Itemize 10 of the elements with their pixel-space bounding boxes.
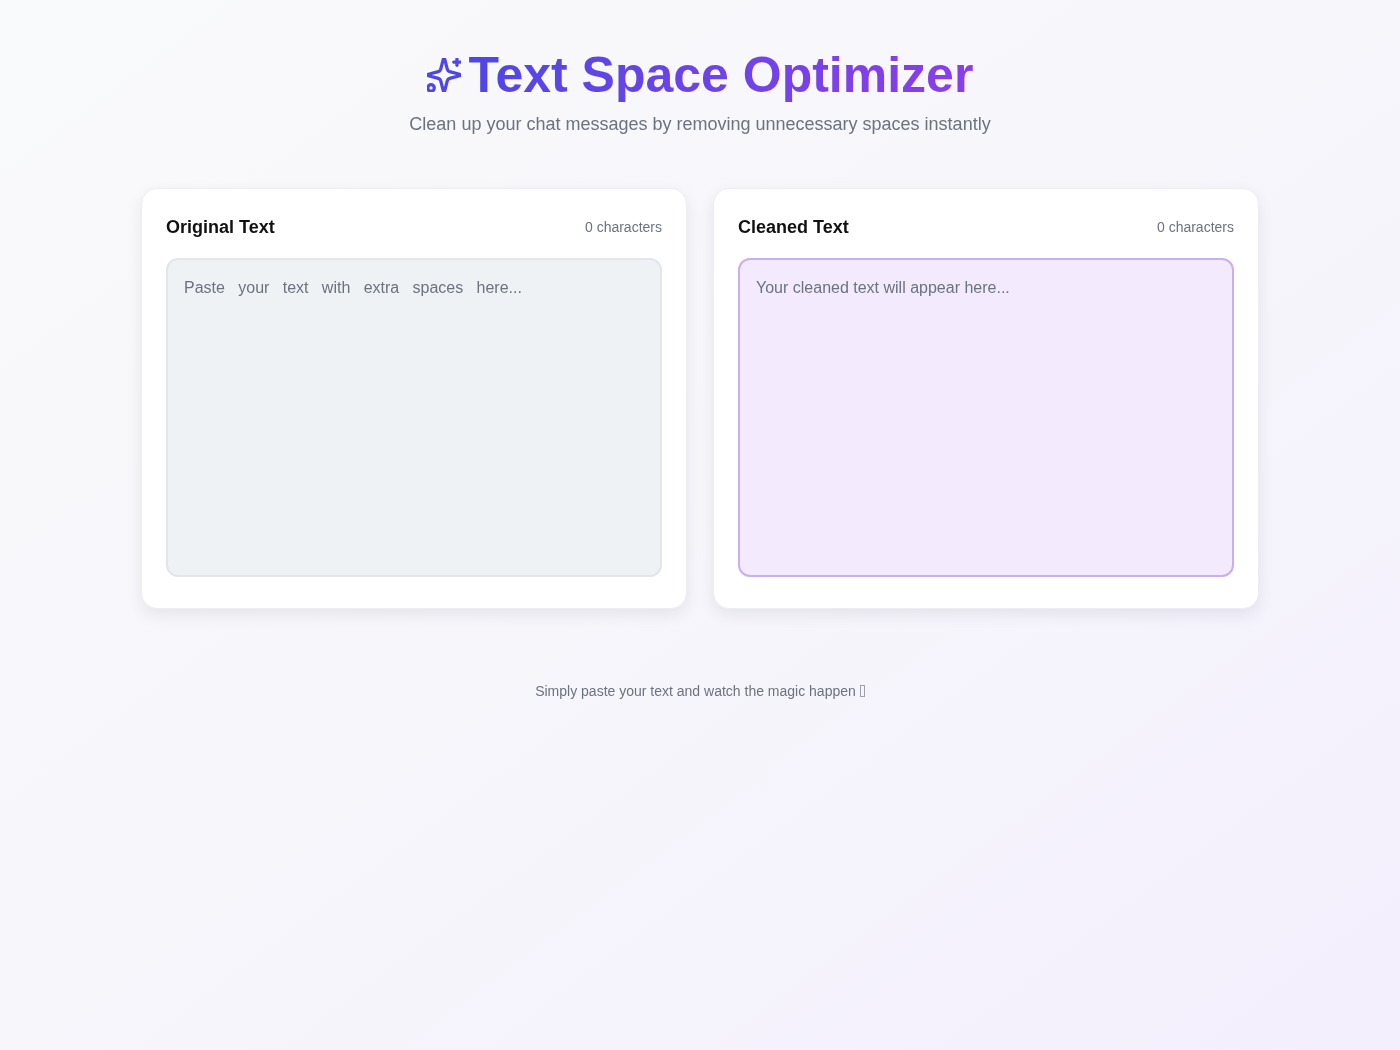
input-field[interactable]: Paste your text with extra spaces here... <box>166 258 662 577</box>
page-subtitle: Clean up your chat messages by removing unnecessary spaces instantly <box>409 113 991 136</box>
character-count: 0 characters <box>584 218 662 237</box>
panel-title: Cleaned Text <box>738 216 849 239</box>
footer-text: Simply paste your text and watch the magic happen <box>535 682 856 701</box>
panel-title: Original Text <box>166 216 275 239</box>
character-count: 0 characters <box>1156 218 1234 237</box>
sparkles-icon <box>426 58 461 92</box>
missing-glyph-icon <box>859 685 865 697</box>
output-field[interactable]: Your cleaned text will appear here... <box>738 258 1234 577</box>
